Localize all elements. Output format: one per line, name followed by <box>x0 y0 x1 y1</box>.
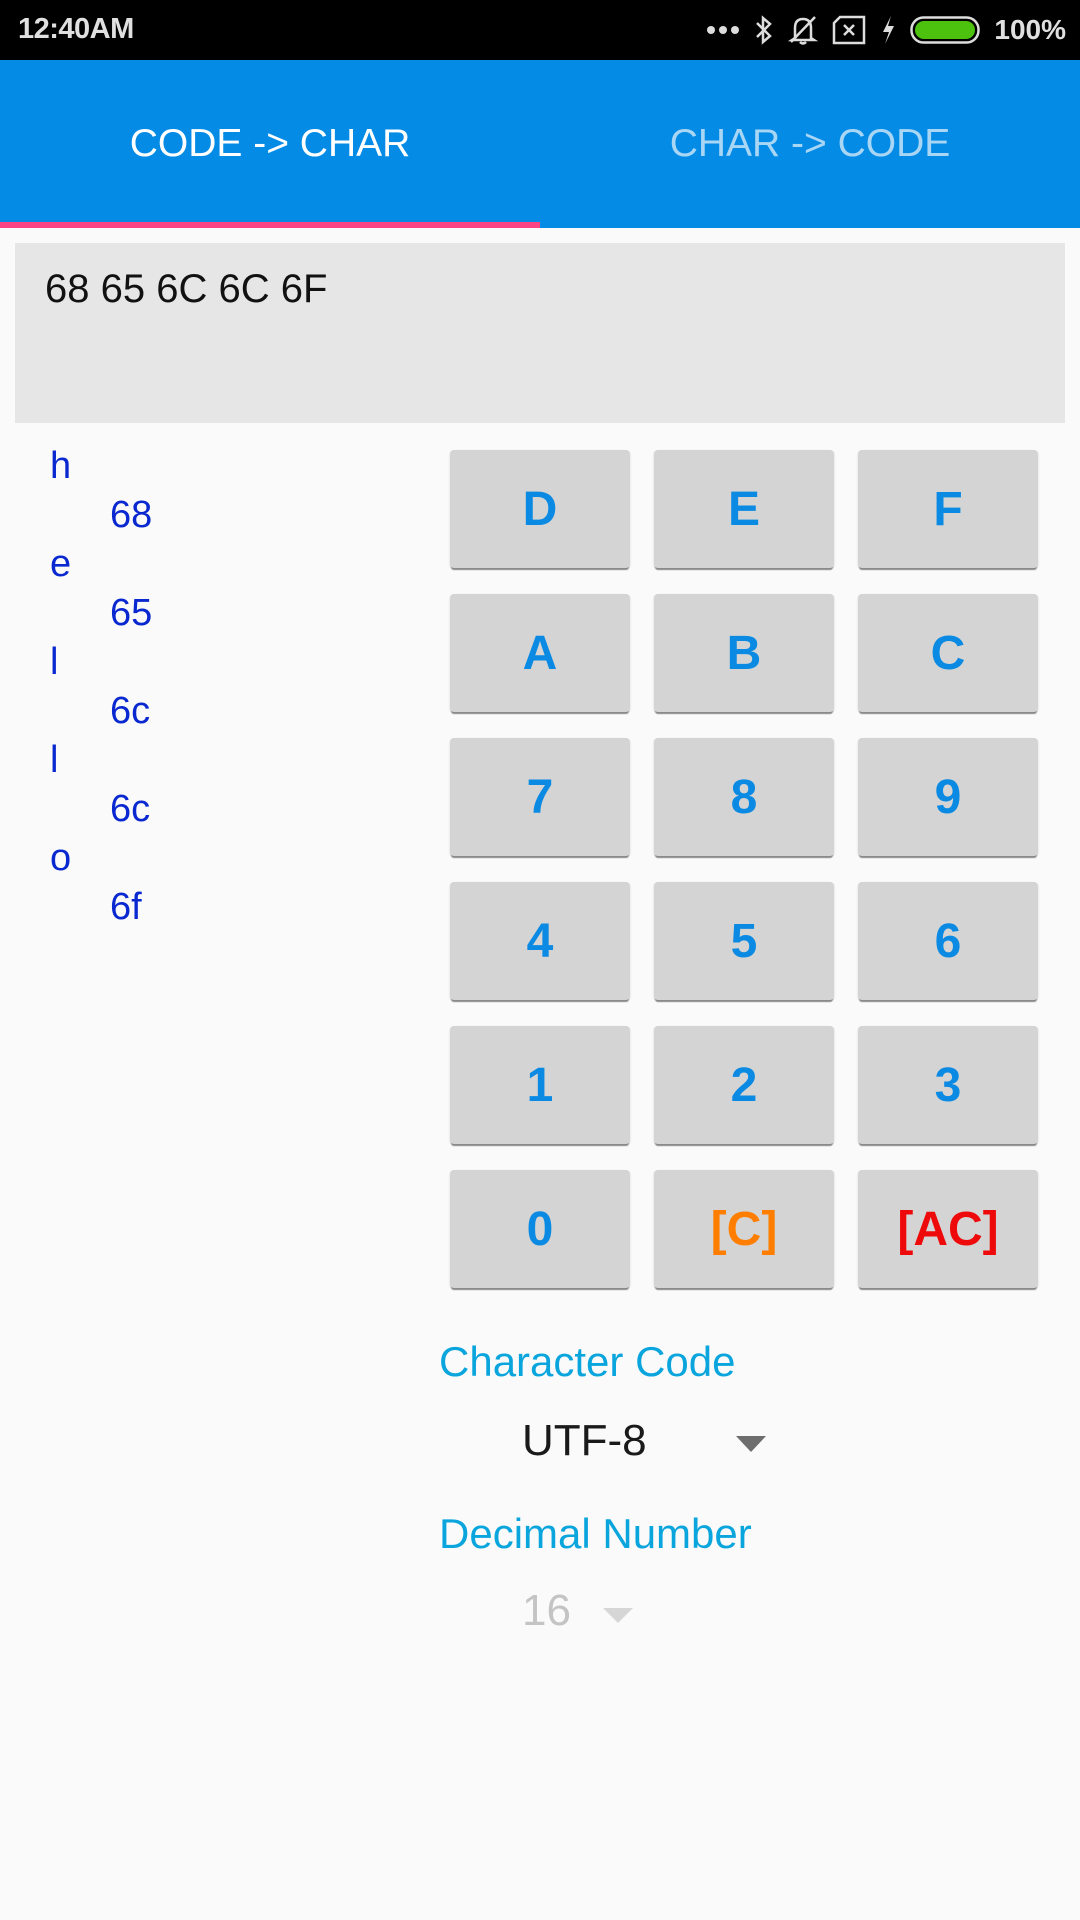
tab-code-to-char[interactable]: CODE -> CHAR <box>0 60 540 228</box>
tab-char-to-code[interactable]: CHAR -> CODE <box>540 60 1080 228</box>
charging-bolt-icon <box>880 15 896 45</box>
status-bar: 12:40AM 100% <box>0 0 1080 60</box>
bluetooth-icon <box>754 15 774 45</box>
key-e[interactable]: E <box>654 450 834 568</box>
result-char: l <box>50 739 59 781</box>
code-input[interactable]: 68 65 6C 6C 6F <box>15 243 1065 423</box>
result-code: 6c <box>110 690 151 732</box>
key-4[interactable]: 4 <box>450 882 630 1000</box>
notifications-off-icon <box>788 14 819 46</box>
result-code: 68 <box>110 494 153 536</box>
decimal-number-spinner[interactable]: 16 <box>500 1570 660 1650</box>
app-bar: CODE -> CHAR CHAR -> CODE <box>0 60 1080 228</box>
battery-percent: 100% <box>994 14 1066 45</box>
decimal-number-label: Decimal Number <box>439 1510 752 1557</box>
clear-button[interactable]: [C] <box>654 1170 834 1288</box>
result-char: e <box>50 543 72 585</box>
key-7[interactable]: 7 <box>450 738 630 856</box>
decimal-number-value: 16 <box>522 1586 571 1635</box>
key-c[interactable]: C <box>858 594 1038 712</box>
character-code-spinner[interactable]: UTF-8 <box>500 1400 790 1480</box>
result-char: o <box>50 837 72 879</box>
more-dots-icon <box>706 24 740 36</box>
status-icons: 100% <box>706 10 1066 50</box>
key-1[interactable]: 1 <box>450 1026 630 1144</box>
code-input-value: 68 65 6C 6C 6F <box>45 267 328 311</box>
no-sim-icon <box>832 15 866 45</box>
dropdown-arrow-icon <box>603 1608 633 1623</box>
key-5[interactable]: 5 <box>654 882 834 1000</box>
key-8[interactable]: 8 <box>654 738 834 856</box>
character-code-label: Character Code <box>439 1338 736 1385</box>
battery-icon <box>910 16 981 44</box>
result-char: h <box>50 445 72 487</box>
key-3[interactable]: 3 <box>858 1026 1038 1144</box>
tab-indicator <box>0 222 540 228</box>
status-time: 12:40AM <box>18 13 134 45</box>
key-9[interactable]: 9 <box>858 738 1038 856</box>
character-code-value: UTF-8 <box>522 1416 647 1465</box>
key-d[interactable]: D <box>450 450 630 568</box>
result-code: 6f <box>110 886 142 928</box>
result-char: l <box>50 641 59 683</box>
key-6[interactable]: 6 <box>858 882 1038 1000</box>
key-f[interactable]: F <box>858 450 1038 568</box>
key-a[interactable]: A <box>450 594 630 712</box>
result-code: 6c <box>110 788 151 830</box>
key-0[interactable]: 0 <box>450 1170 630 1288</box>
result-code: 65 <box>110 592 153 634</box>
dropdown-arrow-icon <box>736 1436 766 1452</box>
key-b[interactable]: B <box>654 594 834 712</box>
key-2[interactable]: 2 <box>654 1026 834 1144</box>
all-clear-button[interactable]: [AC] <box>858 1170 1038 1288</box>
